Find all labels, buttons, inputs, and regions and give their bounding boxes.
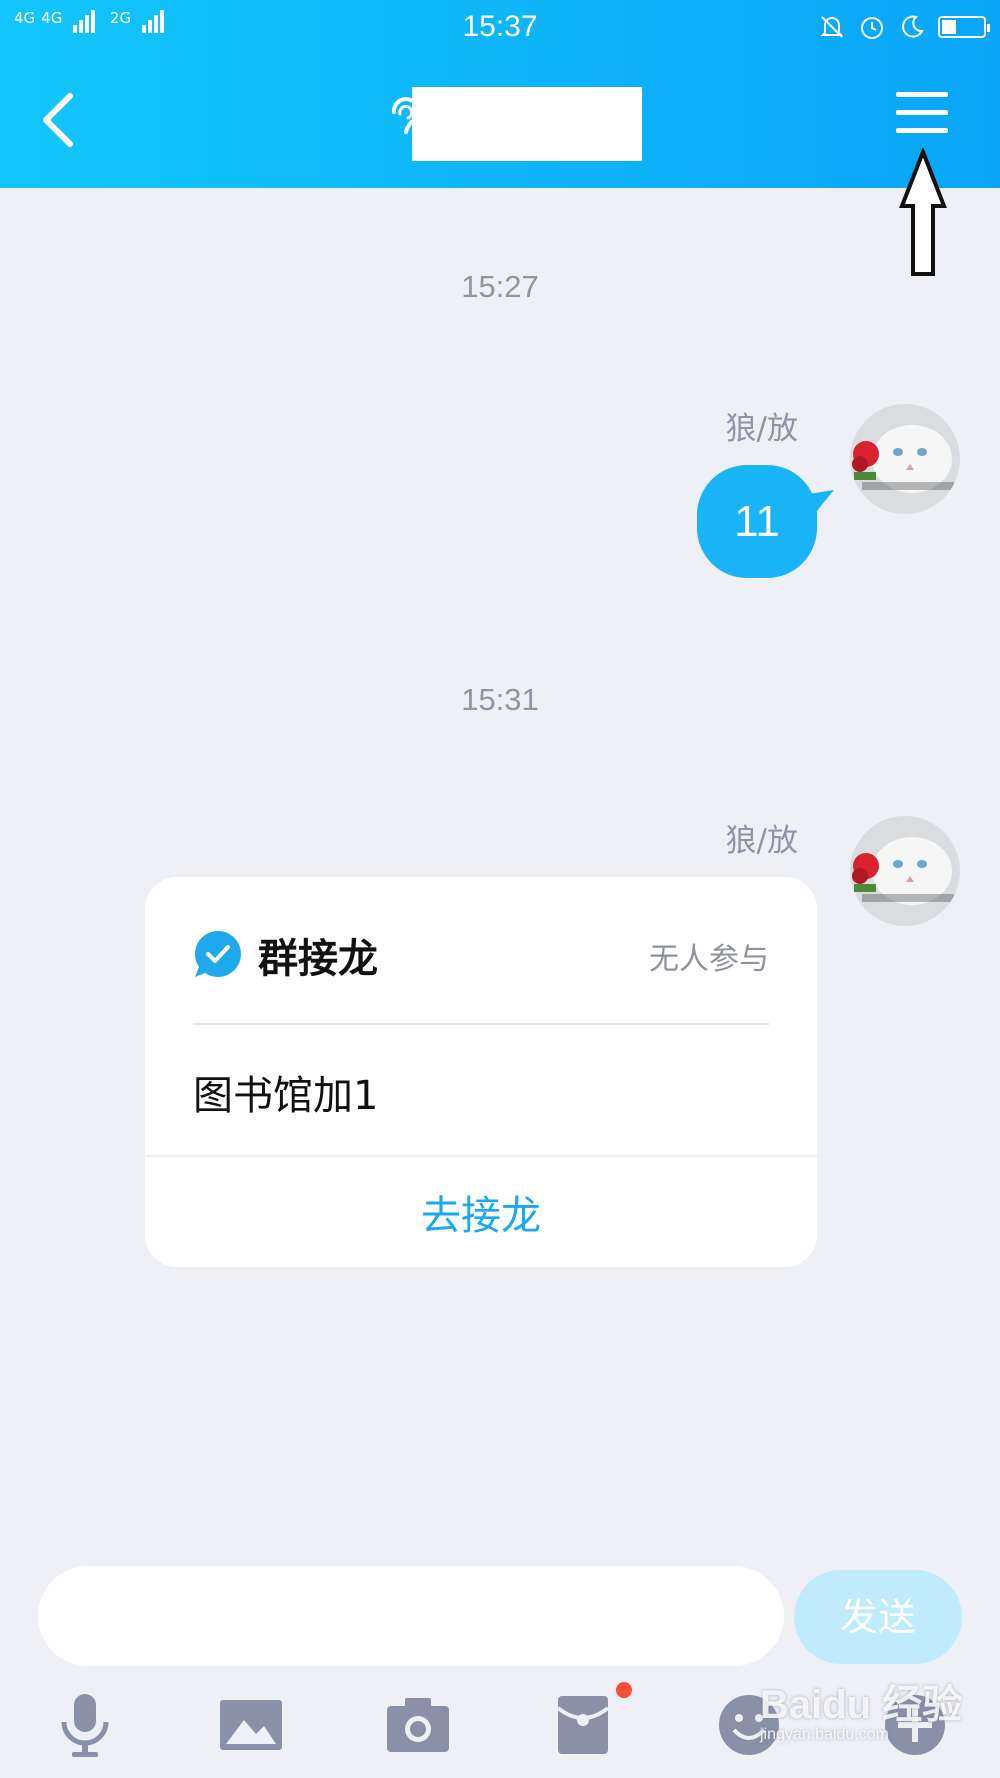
battery-level xyxy=(942,20,956,34)
avatar[interactable] xyxy=(850,816,960,926)
send-button[interactable]: 发送 xyxy=(794,1570,962,1664)
moon-icon xyxy=(902,15,924,38)
redacted-title xyxy=(412,87,642,161)
avatar[interactable] xyxy=(850,404,960,514)
back-icon[interactable] xyxy=(32,80,92,160)
arrow-up-annotation-icon xyxy=(899,148,947,276)
card-status: 无人参与 xyxy=(649,942,769,977)
image-icon[interactable] xyxy=(216,1690,286,1760)
message-timestamp: 15:27 xyxy=(461,269,539,304)
status-icons xyxy=(818,10,990,44)
card-title: 群接龙 xyxy=(258,936,378,982)
card-divider xyxy=(193,1023,769,1025)
red-packet-icon[interactable] xyxy=(548,1690,618,1760)
bell-muted-icon xyxy=(820,16,844,38)
menu-icon[interactable] xyxy=(896,92,948,142)
microphone-icon[interactable] xyxy=(50,1690,120,1760)
camera-icon[interactable] xyxy=(383,1690,453,1760)
check-badge-icon xyxy=(194,931,241,977)
card-footer-divider xyxy=(145,1155,817,1157)
message-timestamp: 15:31 xyxy=(461,682,539,717)
group-solitaire-card[interactable]: 群接龙 无人参与 图书馆加1 去接龙 xyxy=(145,877,817,1267)
notification-dot xyxy=(616,1682,632,1698)
sender-name: 狼/放 xyxy=(725,411,798,447)
bubble-tail xyxy=(808,490,834,518)
title-bar: 4G 4G 2G 15:37 xyxy=(0,0,1000,188)
battery-icon xyxy=(938,16,990,38)
alarm-icon xyxy=(861,17,883,39)
watermark-main: Baidu 经验 xyxy=(760,1683,963,1727)
sender-name: 狼/放 xyxy=(725,823,798,859)
baidu-watermark: Baidu 经验 jingyan.baidu.com xyxy=(760,1672,962,1744)
join-solitaire-button[interactable]: 去接龙 xyxy=(145,1183,817,1241)
message-bubble[interactable]: 11 xyxy=(697,465,817,578)
message-input[interactable] xyxy=(38,1566,784,1666)
card-content: 图书馆加1 xyxy=(193,1073,379,1119)
